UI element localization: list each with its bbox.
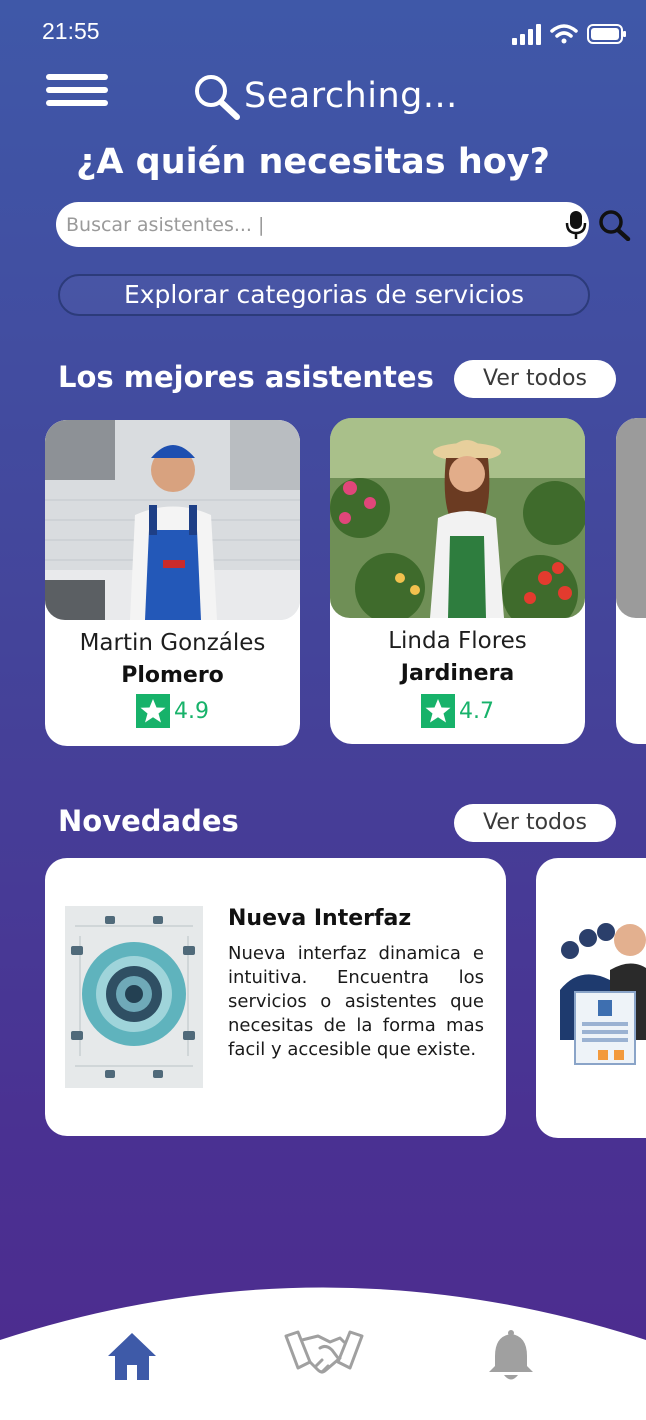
assistant-card[interactable]: Martin Gonzáles Plomero 4.9 <box>45 420 300 746</box>
search-input[interactable] <box>66 206 496 243</box>
news-item-title: Nueva Interfaz <box>228 906 412 931</box>
assistant-name: Linda Flores <box>388 628 527 654</box>
news-item-body: Nueva interfaz dinamica e intuitiva. Enc… <box>228 943 484 1060</box>
rating-value: 4.7 <box>459 698 494 724</box>
assistant-photo <box>45 420 300 620</box>
battery-icon <box>587 24 626 44</box>
brand-text: Searching... <box>244 76 458 116</box>
news-image <box>560 910 646 1090</box>
assistant-name: Martin Gonzáles <box>79 630 266 656</box>
menu-icon-bar <box>46 87 108 93</box>
star-icon <box>421 694 455 728</box>
status-icons <box>512 24 626 45</box>
assistant-card[interactable]: Linda Flores Jardinera 4.7 <box>330 418 585 744</box>
assistant-role: Jardinera <box>400 661 515 686</box>
best-see-all-button[interactable]: Ver todos <box>454 360 616 398</box>
signal-icon <box>512 24 541 45</box>
handshake-icon[interactable] <box>284 1328 364 1380</box>
best-assistants-title: Los mejores asistentes <box>58 360 434 394</box>
assistant-photo <box>616 418 646 618</box>
assistant-rating: 4.7 <box>330 694 585 728</box>
bell-icon[interactable] <box>486 1330 536 1382</box>
status-bar: 21:55 <box>0 0 646 66</box>
menu-icon-bar <box>46 74 108 80</box>
search-bar <box>56 202 631 247</box>
page-title: ¿A quién necesitas hoy? <box>76 142 550 182</box>
rating-value: 4.9 <box>174 698 209 724</box>
assistant-role: Plomero <box>121 663 224 688</box>
assistant-rating: 4.9 <box>45 694 300 728</box>
news-title: Novedades <box>58 804 239 838</box>
news-card-partial[interactable] <box>536 858 646 1138</box>
star-icon <box>136 694 170 728</box>
brand-logo: Searching... <box>192 70 462 122</box>
news-image <box>65 906 203 1088</box>
menu-icon-bar <box>46 100 108 106</box>
home-icon[interactable] <box>106 1330 158 1382</box>
assistant-card-partial[interactable] <box>616 418 646 744</box>
news-card[interactable]: Nueva Interfaz Nueva interfaz dinamica e… <box>45 858 506 1136</box>
search-icon[interactable] <box>597 209 631 241</box>
wifi-icon <box>550 24 578 44</box>
assistant-photo <box>330 418 585 618</box>
explore-categories-button[interactable]: Explorar categorias de servicios <box>58 274 590 316</box>
status-time: 21:55 <box>42 18 100 44</box>
magnifier-icon <box>195 75 240 120</box>
menu-button[interactable] <box>46 74 108 108</box>
microphone-icon[interactable] <box>564 210 588 240</box>
news-see-all-button[interactable]: Ver todos <box>454 804 616 842</box>
